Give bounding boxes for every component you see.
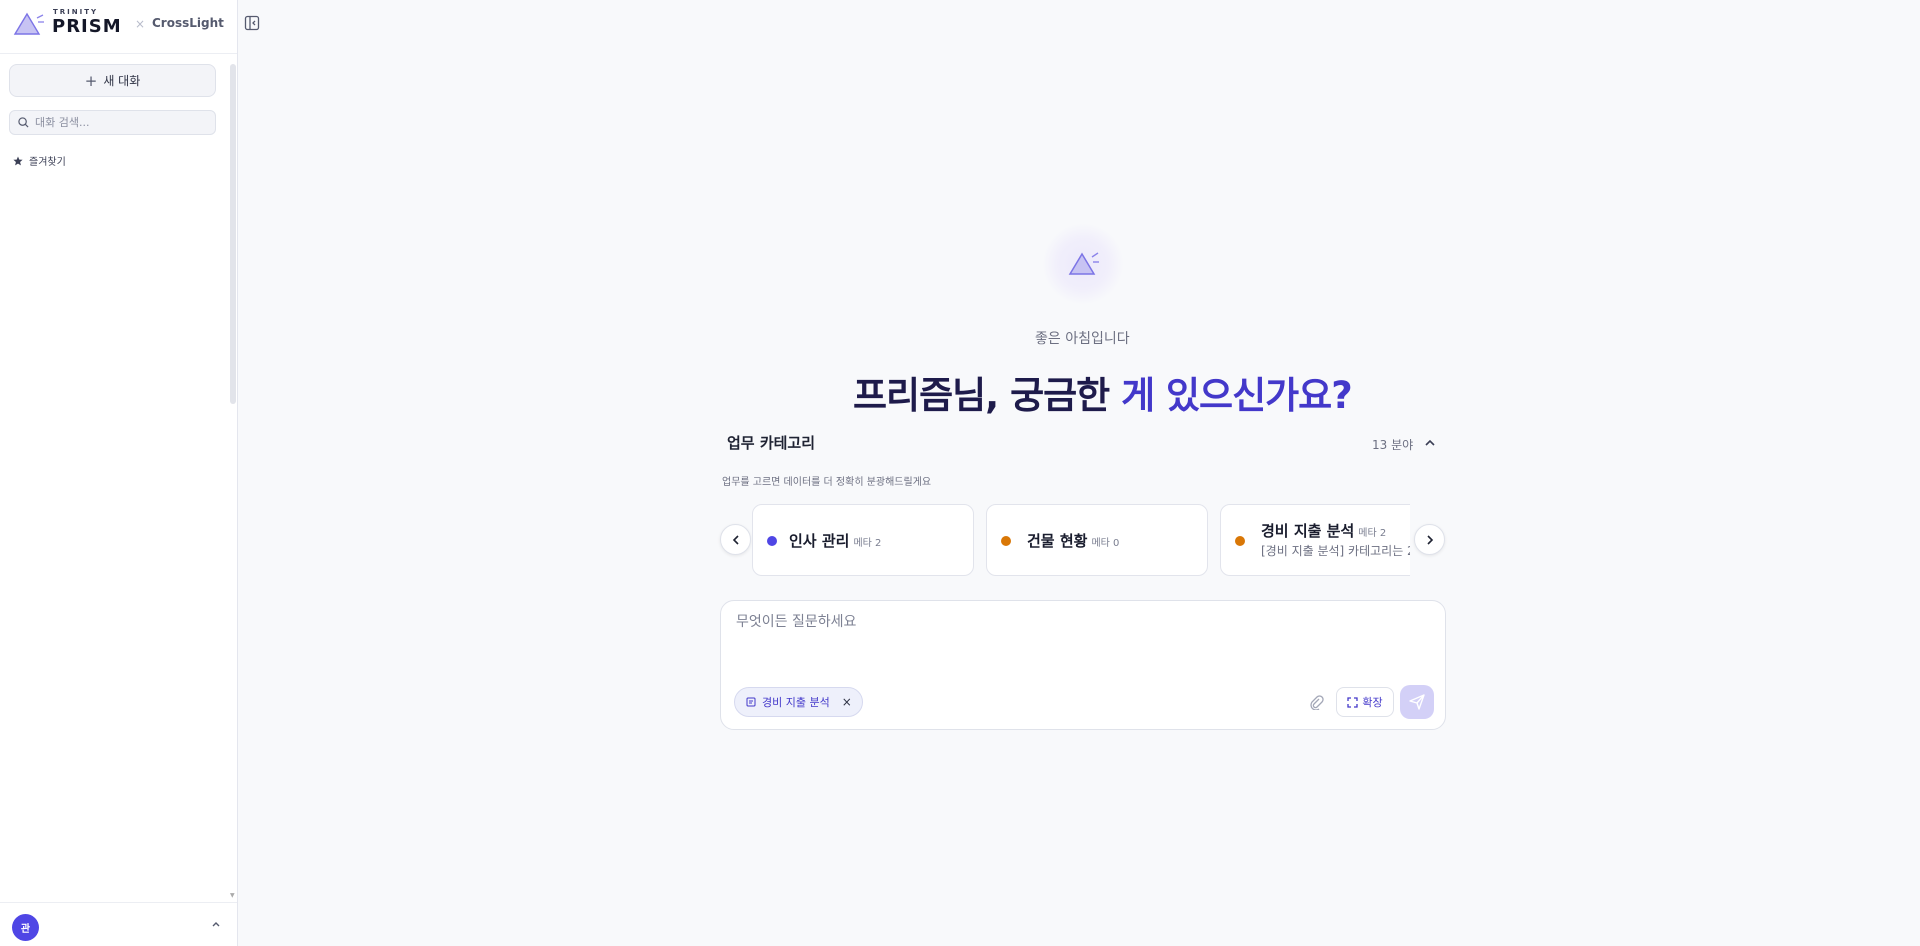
category-card[interactable]: 인사 관리 메타 2	[752, 504, 974, 576]
expand-label: 확장	[1362, 696, 1383, 709]
category-dot	[1235, 536, 1245, 546]
favorites-section[interactable]: 즐겨찾기	[13, 153, 66, 168]
chevron-up-icon[interactable]	[1423, 436, 1437, 450]
selected-category-chip[interactable]: 경비 지출 분석 ×	[734, 687, 863, 717]
brand-name: PRISM	[52, 16, 122, 37]
category-meta: 메타 2	[1358, 528, 1387, 539]
chevron-up-icon[interactable]	[210, 918, 222, 930]
partner-name: CrossLight	[152, 16, 224, 30]
category-meta: 메타 2	[853, 538, 882, 549]
plus-icon: +	[84, 71, 98, 90]
new-chat-button[interactable]: + 새 대화	[9, 64, 216, 97]
category-count: 13 분야	[1372, 438, 1414, 452]
close-icon[interactable]: ×	[842, 695, 852, 709]
category-carousel: 인사 관리 메타 2 건물 현황 메타 0 경비 지출 분석 메타 2 [경비 지출 …	[752, 504, 1410, 576]
category-name: 인사 관리 메타 2	[789, 530, 881, 551]
document-icon	[746, 697, 756, 707]
paperclip-icon[interactable]	[1308, 694, 1324, 710]
user-bar: 관	[0, 902, 237, 946]
chevron-right-icon	[1426, 534, 1433, 545]
search-icon	[18, 117, 29, 128]
category-dot	[767, 536, 777, 546]
category-meta: 메타 0	[1091, 538, 1120, 549]
headline-part-1: 프리즘님, 궁금한	[853, 374, 1110, 417]
sidebar: TRINITY PRISM × CrossLight + 새 대화 즐겨찾기 ▼…	[0, 0, 238, 946]
prism-icon	[1068, 252, 1099, 275]
message-input[interactable]	[736, 611, 1426, 661]
avatar-initial: 관	[20, 924, 31, 935]
carousel-next-button[interactable]	[1414, 524, 1445, 555]
prism-logo-icon	[13, 12, 44, 35]
category-dot	[1001, 536, 1011, 546]
expand-icon	[1347, 696, 1359, 708]
message-composer: 경비 지출 분석 × 확장	[720, 600, 1446, 730]
send-button[interactable]	[1400, 685, 1434, 719]
headline-part-2: 게 있으신가요?	[1109, 374, 1353, 417]
category-title: 업무 카테고리	[727, 434, 816, 452]
star-icon	[13, 156, 23, 165]
category-subtitle: 업무를 고르면 데이터를 더 정확히 분광해드릴게요	[722, 477, 932, 488]
page-title: 프리즘님, 궁금한 게 있으신가요?	[853, 365, 1353, 419]
category-name-text: 건물 현황	[1027, 532, 1088, 550]
category-name: 경비 지출 분석 메타 2	[1261, 520, 1386, 541]
scroll-down-icon[interactable]: ▼	[230, 892, 235, 899]
search-input[interactable]	[35, 116, 205, 129]
hero-prism-icon	[1043, 224, 1123, 304]
favorites-label: 즐겨찾기	[29, 157, 66, 168]
chip-label: 경비 지출 분석	[762, 696, 830, 709]
brand-tagline: TRINITY	[53, 8, 99, 16]
category-card[interactable]: 경비 지출 분석 메타 2 [경비 지출 분석] 카테고리는 2	[1220, 504, 1410, 576]
new-chat-label: 새 대화	[103, 74, 141, 88]
category-name-text: 인사 관리	[789, 532, 850, 550]
carousel-prev-button[interactable]	[720, 524, 751, 555]
sidebar-collapse-icon[interactable]	[244, 15, 260, 31]
expand-button[interactable]: 확장	[1336, 687, 1394, 717]
avatar[interactable]: 관	[12, 914, 39, 941]
sidebar-scrollbar[interactable]	[230, 64, 236, 404]
brand-separator: ×	[135, 17, 146, 31]
category-name-text: 경비 지출 분석	[1261, 522, 1355, 540]
greeting-text: 좋은 아침입니다	[1035, 331, 1130, 347]
send-icon	[1409, 694, 1425, 710]
category-description: [경비 지출 분석] 카테고리는 2	[1261, 544, 1410, 558]
brand-header: TRINITY PRISM × CrossLight	[0, 0, 237, 54]
search-box	[9, 110, 216, 135]
chevron-left-icon	[732, 534, 739, 545]
category-name: 건물 현황 메타 0	[1027, 530, 1119, 551]
category-card[interactable]: 건물 현황 메타 0	[986, 504, 1208, 576]
